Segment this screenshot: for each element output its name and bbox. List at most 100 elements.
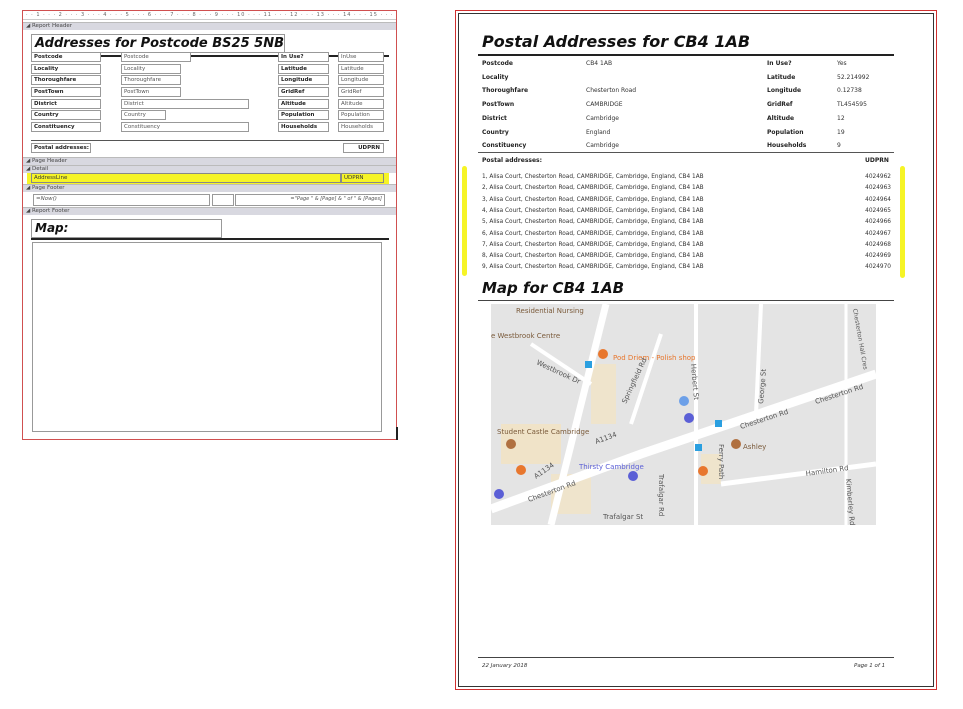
place-poi-icon[interactable] [731, 439, 741, 449]
empty-control[interactable] [212, 194, 234, 206]
address-line-control[interactable]: AddressLine [31, 173, 341, 183]
field-value: 52.214992 [837, 73, 870, 81]
field-label: In Use? [767, 60, 792, 67]
field-label-control[interactable]: In Use? [278, 52, 329, 62]
page-number-control[interactable]: ="Page " & [Page] & " of " & [Pages] [235, 194, 385, 206]
band-label: Report Header [31, 23, 72, 29]
address-udprn: 4024970 [865, 264, 891, 271]
field-value: CB4 1AB [586, 60, 613, 67]
band-label: Report Footer [31, 208, 70, 214]
band-report-header[interactable]: ◢ Report Header [23, 22, 396, 30]
field-label-control[interactable]: GridRef [278, 87, 329, 97]
field-label: District [482, 114, 507, 122]
address-udprn: 4024964 [865, 196, 891, 203]
poi-icon[interactable] [494, 489, 504, 499]
field-textbox-control[interactable]: Latitude [338, 64, 384, 74]
map-image[interactable]: Residential Nursing e Westbrook Centre W… [491, 304, 876, 525]
field-label-control[interactable]: Constituency [31, 122, 101, 132]
band-detail[interactable]: ◢ Detail [23, 165, 396, 173]
postal-addresses-label-control[interactable]: Postal addresses: [31, 143, 91, 153]
field-label: Thoroughfare [482, 87, 529, 95]
address-line: 5, Alisa Court, Chesterton Road, CAMBRID… [482, 219, 704, 226]
band-label: Page Header [31, 158, 68, 164]
band-page-footer[interactable]: ◢ Page Footer [23, 184, 396, 192]
field-label: Locality [482, 73, 509, 81]
field-value: 19 [837, 128, 845, 136]
bus-stop-icon[interactable] [695, 444, 702, 451]
postal-addresses-heading: Postal addresses: [482, 157, 543, 164]
map-label: Student Castle Cambridge [497, 428, 589, 436]
resize-handle[interactable] [396, 427, 398, 440]
food-poi-icon[interactable] [516, 465, 526, 475]
field-label-control[interactable]: Country [31, 110, 101, 120]
band-page-header[interactable]: ◢ Page Header [23, 157, 396, 165]
map-building [591, 364, 616, 424]
field-value: TL454595 [837, 101, 867, 109]
title-label-control[interactable]: Addresses for Postcode BS25 5NB [31, 34, 285, 53]
now-control[interactable]: =Now() [33, 194, 210, 206]
field-value: 9 [837, 142, 841, 150]
field-textbox-control[interactable]: PostTown [121, 87, 181, 97]
map-image-control[interactable] [32, 242, 382, 432]
address-udprn: 4024962 [865, 174, 891, 180]
address-line: 7, Alisa Court, Chesterton Road, CAMBRID… [482, 241, 704, 248]
field-label-control[interactable]: District [31, 99, 101, 109]
food-poi-icon[interactable] [698, 466, 708, 476]
band-label: Detail [31, 166, 49, 172]
place-poi-icon[interactable] [506, 439, 516, 449]
field-label: Households [767, 142, 807, 150]
report-design-view[interactable]: · · 1 · · · 2 · · · 3 · · · 4 · · · 5 · … [22, 10, 397, 440]
field-label-control[interactable]: Thoroughfare [31, 75, 101, 85]
bus-stop-icon[interactable] [585, 361, 592, 368]
field-textbox-control[interactable]: Population [338, 110, 384, 120]
address-udprn: 4024968 [865, 241, 891, 248]
report-preview-page: Postal Addresses for CB4 1AB Postcode CB… [455, 10, 937, 690]
divider [31, 140, 389, 141]
field-value: 0.12738 [837, 87, 862, 95]
field-textbox-control[interactable]: Thoroughfare [121, 75, 181, 85]
udprn-control[interactable]: UDPRN [341, 173, 384, 183]
address-udprn: 4024967 [865, 230, 891, 237]
footer-page-number: Page 1 of 1 [854, 663, 886, 669]
map-title: Map for CB4 1AB [482, 279, 625, 297]
field-label: PostTown [482, 101, 515, 109]
field-value: Yes [837, 60, 847, 67]
title-divider [478, 54, 894, 56]
report-title: Postal Addresses for CB4 1AB [482, 32, 751, 51]
bar-poi-icon[interactable] [684, 413, 694, 423]
bus-stop-icon[interactable] [715, 420, 722, 427]
field-textbox-control[interactable]: Households [338, 122, 384, 132]
field-label-control[interactable]: Longitude [278, 75, 329, 85]
udprn-label-control[interactable]: UDPRN [343, 143, 384, 153]
field-textbox-control[interactable]: Longitude [338, 75, 384, 85]
map-label: e Westbrook Centre [491, 332, 560, 340]
shop-poi-icon[interactable] [598, 349, 608, 359]
field-textbox-control[interactable]: Altitude [338, 99, 384, 109]
map-label: Trafalgar Rd [657, 473, 665, 516]
field-label: Constituency [482, 142, 527, 150]
field-textbox-control[interactable]: Locality [121, 64, 181, 74]
address-line: 1, Alisa Court, Chesterton Road, CAMBRID… [482, 174, 704, 180]
field-value: CAMBRIDGE [586, 101, 623, 109]
field-label-control[interactable]: Population [278, 110, 329, 120]
bar-poi-icon[interactable] [628, 471, 638, 481]
field-label-control[interactable]: PostTown [31, 87, 101, 97]
field-textbox-control[interactable]: Constituency [121, 122, 249, 132]
map-divider [478, 300, 894, 301]
field-label-control[interactable]: Locality [31, 64, 101, 74]
field-textbox-control[interactable]: InUse [338, 52, 384, 62]
location-pin-icon[interactable] [679, 396, 689, 406]
field-textbox-control[interactable]: Country [121, 110, 166, 120]
band-report-footer[interactable]: ◢ Report Footer [23, 207, 396, 215]
field-textbox-control[interactable]: Postcode [121, 52, 191, 62]
field-textbox-control[interactable]: GridRef [338, 87, 384, 97]
address-udprn: 4024966 [865, 219, 891, 226]
field-textbox-control[interactable]: District [121, 99, 249, 109]
field-label-control[interactable]: Postcode [31, 52, 101, 62]
map-label-control[interactable]: Map: [31, 219, 222, 238]
field-label-control[interactable]: Altitude [278, 99, 329, 109]
map-label: Thirsty Cambridge [578, 463, 644, 471]
divider [478, 152, 894, 153]
field-label-control[interactable]: Households [278, 122, 329, 132]
field-label-control[interactable]: Latitude [278, 64, 329, 74]
